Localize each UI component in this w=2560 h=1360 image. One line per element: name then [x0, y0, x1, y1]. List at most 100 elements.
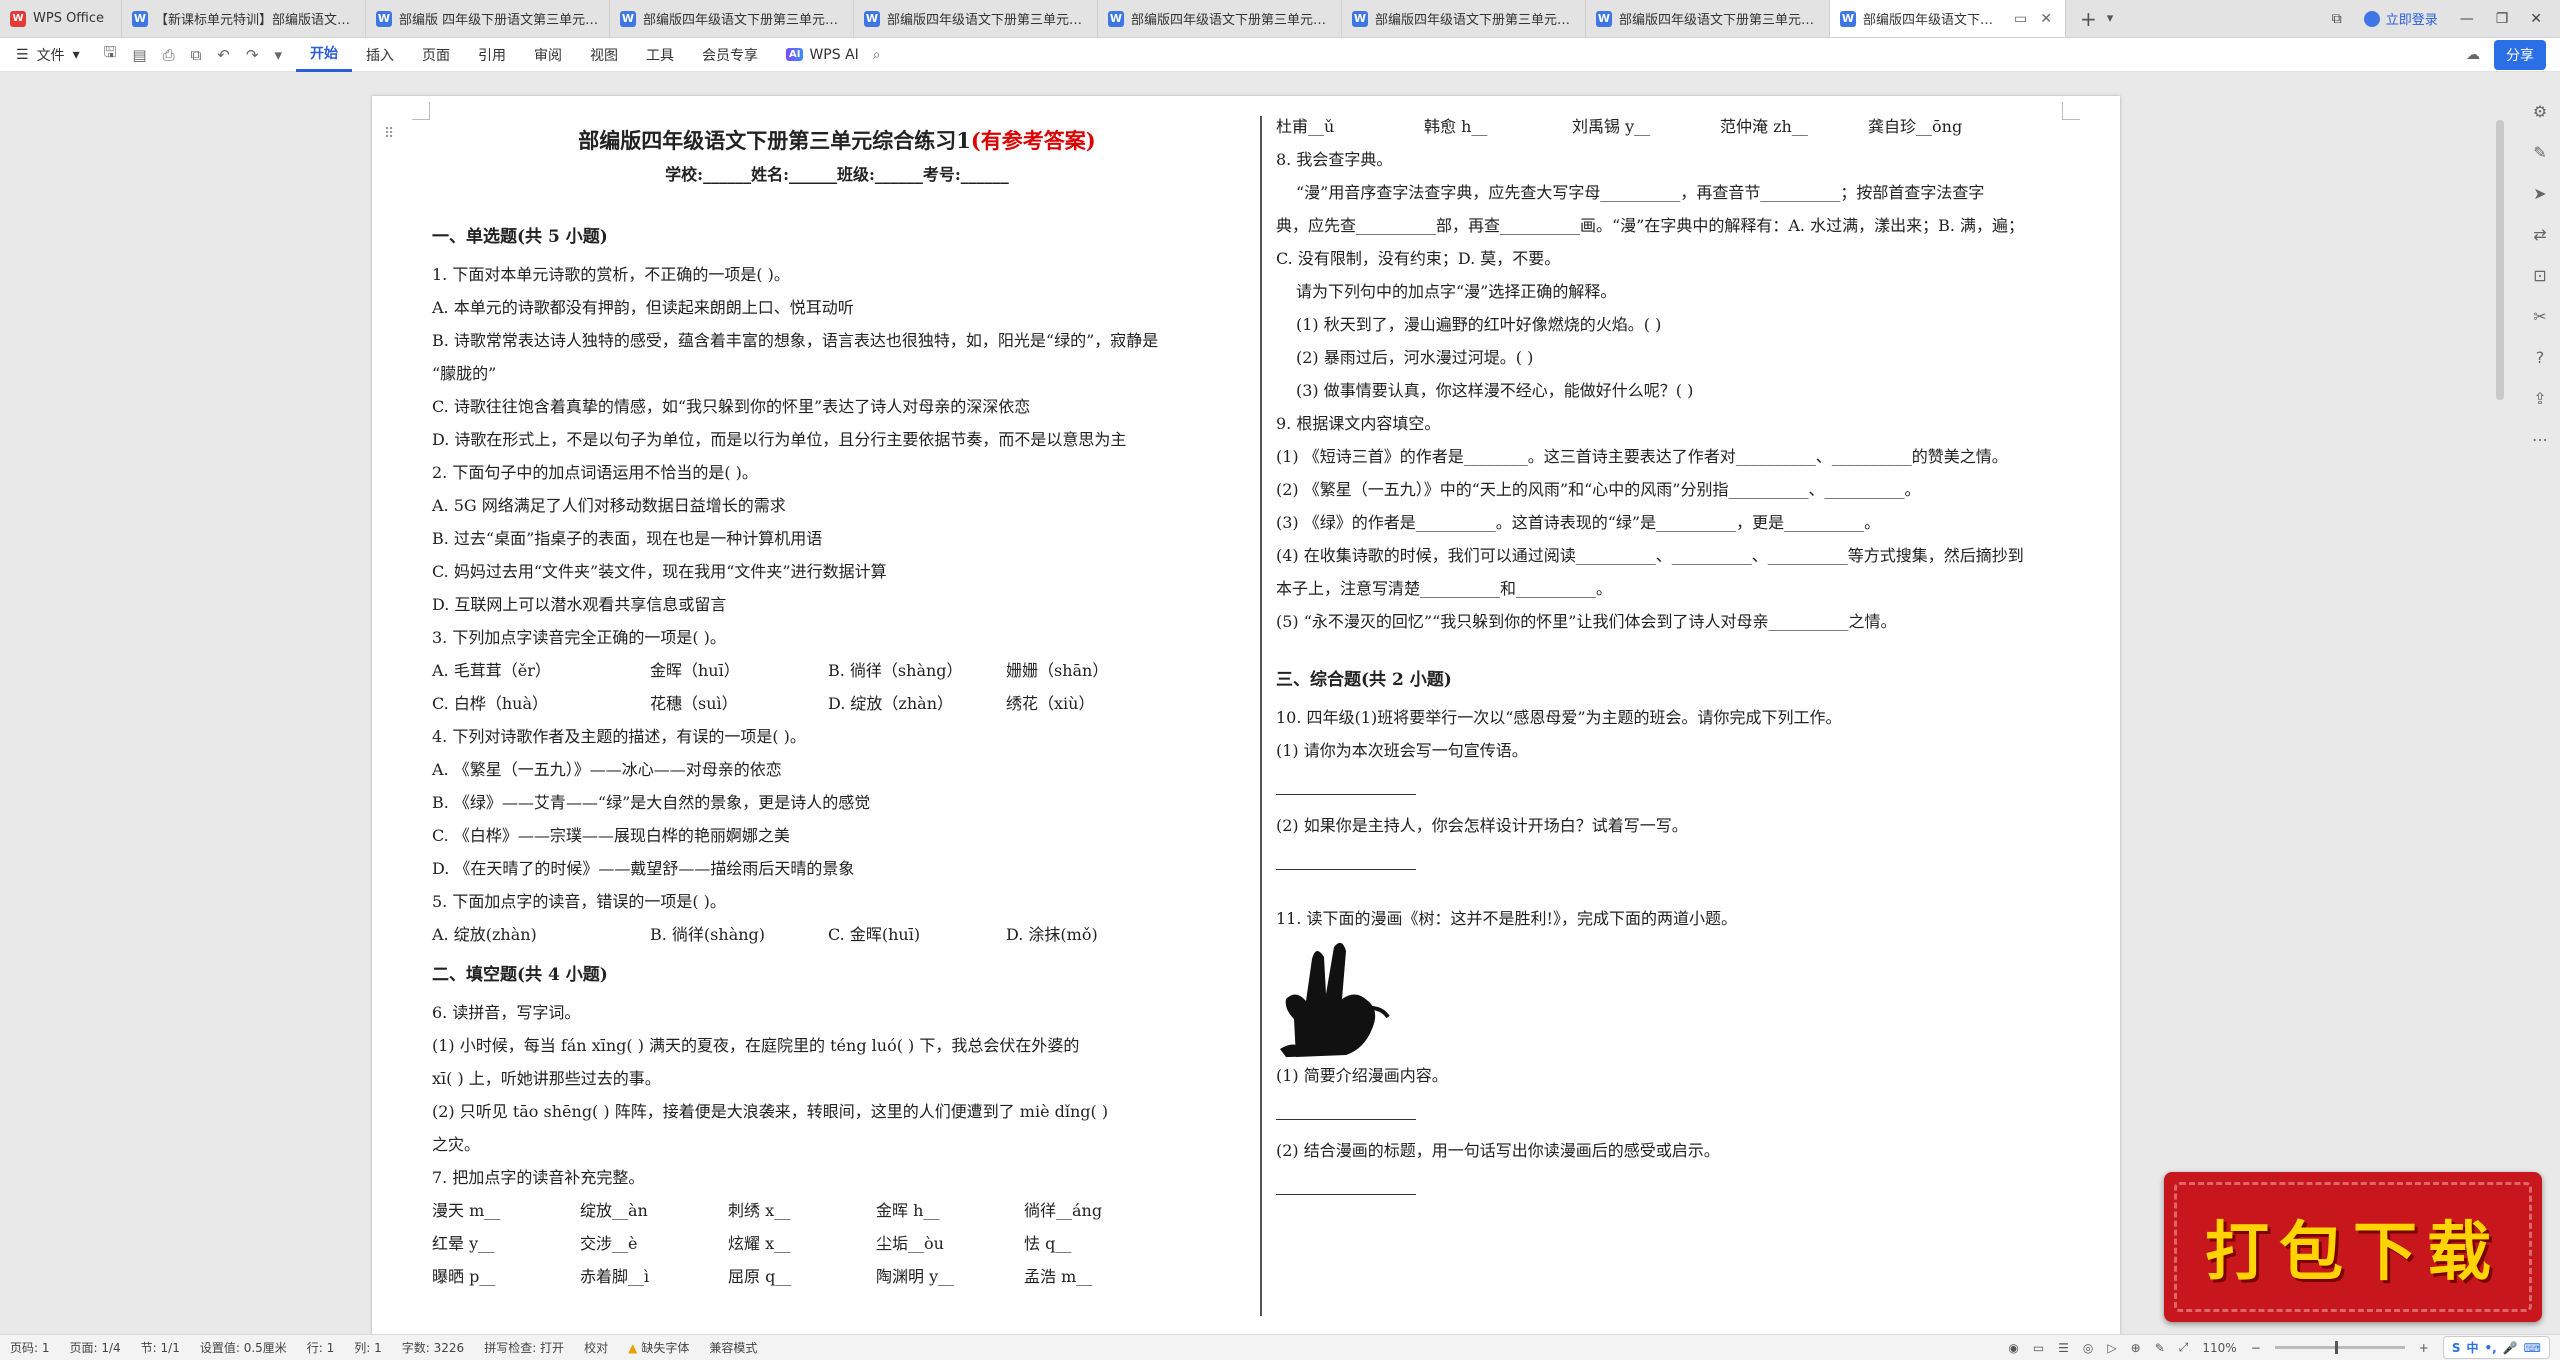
ime-toolbar[interactable]: S 中 •, 🎤 ⌨ [2442, 1336, 2550, 1359]
tab-wps-home[interactable]: W WPS Office [0, 0, 122, 37]
close-window-icon[interactable]: ✕ [2530, 11, 2542, 27]
missing-font-button[interactable]: ▲ 缺失字体 [618, 1339, 699, 1356]
option-row: 漫天 m__ 绽放__àn 刺绣 x__ 金晖 h__ 徜徉__áng [432, 1194, 1242, 1227]
text-line: B. 《绿》——艾青——“绿”是大自然的景象，更是诗人的感觉 [432, 793, 871, 812]
zoom-out-button[interactable]: − [2251, 1341, 2261, 1355]
close-icon[interactable]: ✕ [2037, 11, 2055, 27]
tab-document[interactable]: W 部编版四年级语文下册第三单元综合练习1 ▭ ✕ [1830, 0, 2066, 37]
ocr-icon[interactable]: ⊡ [2533, 266, 2546, 285]
page-view-icon[interactable]: ▭ [2033, 1341, 2044, 1355]
text-line: (4) 在收集诗歌的时候，我们可以通过阅读__________、________… [1276, 546, 2024, 565]
play-icon[interactable]: ▷ [2107, 1341, 2116, 1355]
ribbon-tab[interactable]: 插入 [352, 38, 408, 72]
wps-ai-label: WPS AI [809, 46, 859, 63]
word-doc-icon: W [1840, 10, 1856, 27]
tab-document[interactable]: W 部编版四年级语文下册第三单元复习课件 [854, 0, 1098, 37]
text-line: 9. 根据课文内容填空。 [1276, 414, 1441, 433]
file-menu-button[interactable]: ☰ 文件 ▾ [0, 38, 90, 72]
ribbon-tab[interactable]: 工具 [632, 38, 688, 72]
text-line: (1) 秋天到了，漫山遍野的红叶好像燃烧的火焰。( ) [1296, 315, 1662, 334]
print-icon[interactable]: ⎙ [163, 46, 175, 64]
status-words[interactable]: 字数: 3226 [392, 1339, 474, 1356]
download-banner[interactable]: 打包下载 [2164, 1172, 2542, 1322]
option-row: 红晕 y__ 交涉__è 炫耀 x__ 尘垢__òu 怯 q__ [432, 1227, 1242, 1260]
spell-check-toggle[interactable]: 拼写检查: 打开 [474, 1339, 574, 1356]
share-button[interactable]: 分享 [2494, 39, 2546, 70]
text-line: C. 《白桦》——宗璞——展现白桦的艳丽婀娜之美 [432, 826, 790, 845]
help-icon[interactable]: ? [2536, 348, 2545, 367]
text-line: 11. 读下面的漫画《树：这并不是胜利!》，完成下面的两道小题。 [1276, 909, 1737, 928]
ribbon-tab[interactable]: 引用 [464, 38, 520, 72]
tab-document[interactable]: W 【新课标单元特训】部编版语文四年级下册 [122, 0, 366, 37]
text-line: 本子上，注意写清楚__________和__________。 [1276, 579, 1613, 598]
tab-document[interactable]: W 部编版四年级语文下册第三单元综合练习2 [1586, 0, 1830, 37]
status-pages[interactable]: 页面: 1/4 [60, 1339, 131, 1356]
restore-icon[interactable]: ⧉ [2332, 11, 2342, 27]
tab-document[interactable]: W 部编版 四年级下册语文第三单元测试 [366, 0, 610, 37]
vertical-scrollbar[interactable] [2496, 120, 2504, 400]
globe-icon[interactable]: ⊕ [2131, 1341, 2141, 1355]
print-preview-icon[interactable]: ⧉ [191, 46, 202, 64]
minimize-icon[interactable]: — [2460, 11, 2474, 27]
missing-font-label: 缺失字体 [641, 1341, 690, 1355]
select-icon[interactable]: ➤ [2533, 184, 2546, 203]
proofread-button[interactable]: 校对 [574, 1339, 618, 1356]
text-line: (5) “永不漫灭的回忆”“我只躲到你的怀里”让我们体会到了诗人对母亲_____… [1276, 612, 1897, 631]
word-doc-icon: W [1596, 10, 1612, 27]
status-row: 行: 1 [306, 1341, 335, 1355]
ribbon-tab[interactable]: 视图 [576, 38, 632, 72]
sync-icon[interactable]: ☁ [2466, 47, 2480, 63]
save-icon[interactable]: 🖫 [104, 42, 117, 67]
section-heading: 三、综合题(共 2 小题) [1276, 670, 1452, 690]
edit-icon[interactable]: ✎ [2533, 143, 2546, 162]
maximize-icon[interactable]: ❐ [2496, 11, 2509, 27]
zoom-slider[interactable] [2274, 1341, 2405, 1354]
export-pdf-icon[interactable]: ▤ [132, 46, 146, 64]
login-button[interactable]: 立即登录 [2363, 9, 2438, 28]
ribbon-tab[interactable]: 开始 [295, 38, 352, 72]
web-view-icon[interactable]: ◎ [2083, 1341, 2093, 1355]
wps-ai-button[interactable]: AI WPS AI [772, 47, 873, 63]
adjust-icon[interactable]: ⚙ [2533, 102, 2547, 121]
status-page[interactable]: 页码: 1 [0, 1339, 60, 1356]
document-workspace[interactable]: ⠿ 部编版四年级语文下册第三单元综合练习1(有参考答案) 学校:______姓名… [0, 72, 2560, 1336]
share-doc-icon[interactable]: ⇪ [2533, 389, 2546, 408]
tab-document[interactable]: W 部编版四年级语文下册第三单元综合练习 [1342, 0, 1586, 37]
comic-tree-image [1276, 939, 1396, 1057]
eye-protect-icon[interactable]: ◉ [2008, 1341, 2018, 1355]
tab-window-icon[interactable]: ▭ [2011, 11, 2030, 27]
avatar [2363, 10, 2380, 27]
ribbon-tab[interactable]: 会员专享 [688, 38, 772, 72]
pen-icon[interactable]: ✎ [2155, 1341, 2165, 1355]
ribbon-tab[interactable]: 审阅 [520, 38, 576, 72]
text-line: 5. 下面加点字的读音，错误的一项是( )。 [432, 892, 726, 911]
undo-icon[interactable]: ↶ [217, 46, 230, 64]
compare-icon[interactable]: ⇄ [2533, 225, 2546, 244]
zoom-level[interactable]: 110% [2202, 1341, 2236, 1355]
option-cell: 漫天 m__ [432, 1201, 501, 1220]
document-page[interactable]: ⠿ 部编版四年级语文下册第三单元综合练习1(有参考答案) 学校:______姓名… [372, 96, 2120, 1336]
word-doc-icon: W [620, 10, 636, 27]
search-icon[interactable]: ⌕ [873, 47, 881, 63]
outline-view-icon[interactable]: ☰ [2058, 1341, 2069, 1355]
option-row: 曝晒 p__ 赤着脚__ì 屈原 q__ 陶渊明 y__ 孟浩 m__ [432, 1260, 1242, 1293]
drag-handle-icon[interactable]: ⠿ [384, 126, 394, 142]
fit-page-icon[interactable]: ⤢ [2179, 1340, 2189, 1355]
redo-icon[interactable]: ↷ [246, 46, 259, 64]
option-row: A. 毛茸茸（ěr） 金晖（huī） B. 徜徉（shàng） 姗姗（shān） [432, 654, 1242, 687]
tab-label: 部编版 四年级下册语文第三单元测试 [399, 13, 599, 28]
quick-access-bar: 🖫 ▤ ⎙ ⧉ ↶ ↷ ▾ [90, 42, 296, 67]
tab-document[interactable]: W 部编版四年级语文下册第三单元复习课 [610, 0, 854, 37]
ribbon-tab[interactable]: 页面 [408, 38, 464, 72]
section-heading: 一、单选题(共 5 小题) [432, 227, 608, 247]
plus-icon: + [2080, 6, 2097, 31]
tab-document[interactable]: W 部编版四年级语文下册第三单元基础知识 [1098, 0, 1342, 37]
chevron-down-icon[interactable]: ▾ [274, 46, 282, 64]
text-line: xī( ) 上，听她讲那些过去的事。 [432, 1069, 661, 1088]
hamburger-icon: ☰ [16, 46, 29, 63]
tools-icon[interactable]: ✂ [2533, 307, 2546, 326]
more-icon[interactable]: ⋯ [2532, 430, 2548, 449]
zoom-in-button[interactable]: + [2419, 1341, 2429, 1355]
new-tab-button[interactable]: + ▾ [2066, 0, 2127, 37]
text-line: 之灾。 [432, 1135, 481, 1154]
